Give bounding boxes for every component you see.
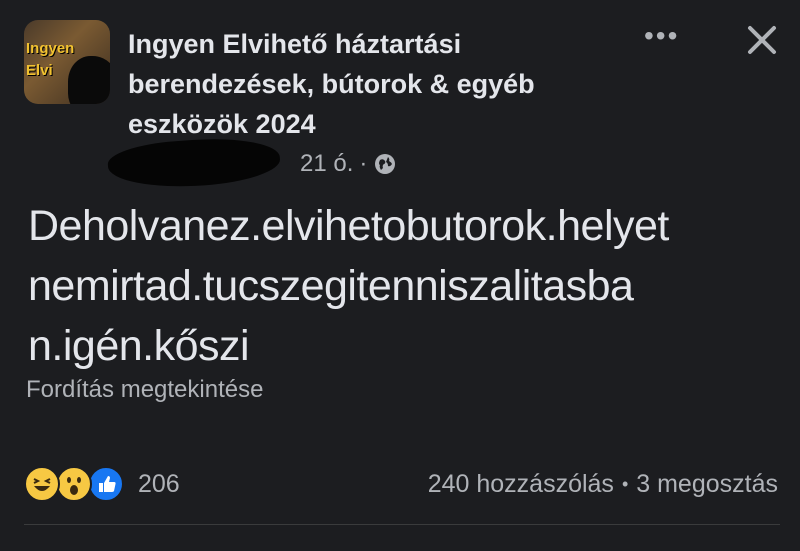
like-icon [88,466,124,502]
close-icon[interactable] [744,22,780,58]
reaction-count: 206 [138,469,180,498]
post-body: Deholvanez.elvihetobutorok.helyet nemirt… [28,196,788,376]
group-name-link[interactable]: Ingyen Elvihető háztartási berendezések,… [128,24,608,144]
avatar-text-2: Elvi [26,62,53,79]
shares-count-link[interactable]: 3 megosztás [636,470,778,499]
avatar-redaction [68,56,110,104]
see-translation-link[interactable]: Fordítás megtekintése [26,376,263,404]
post-meta: 21 ó. · [300,148,397,180]
wow-icon [56,466,92,502]
comments-count-link[interactable]: 240 hozzászólás [428,470,614,499]
group-avatar[interactable]: Ingyen Elvi [24,20,110,104]
more-options-icon[interactable]: ••• [644,22,684,50]
meta-separator: · [359,150,368,177]
avatar-text-1: Ingyen [26,40,75,57]
post-body-line: nemirtad.tucszegitenniszalitasba [28,262,634,310]
post-body-line: n.igén.kőszi [28,322,250,370]
reactions-summary[interactable]: 206 [24,466,180,502]
globe-icon [373,152,397,176]
post-stats: 240 hozzászólás • 3 megosztás [428,470,778,499]
stats-separator: • [621,474,629,494]
footer-divider [24,524,780,525]
haha-icon [24,466,60,502]
post-time[interactable]: 21 ó. [300,150,353,178]
post-body-line: Deholvanez.elvihetobutorok.helyet [28,202,669,250]
